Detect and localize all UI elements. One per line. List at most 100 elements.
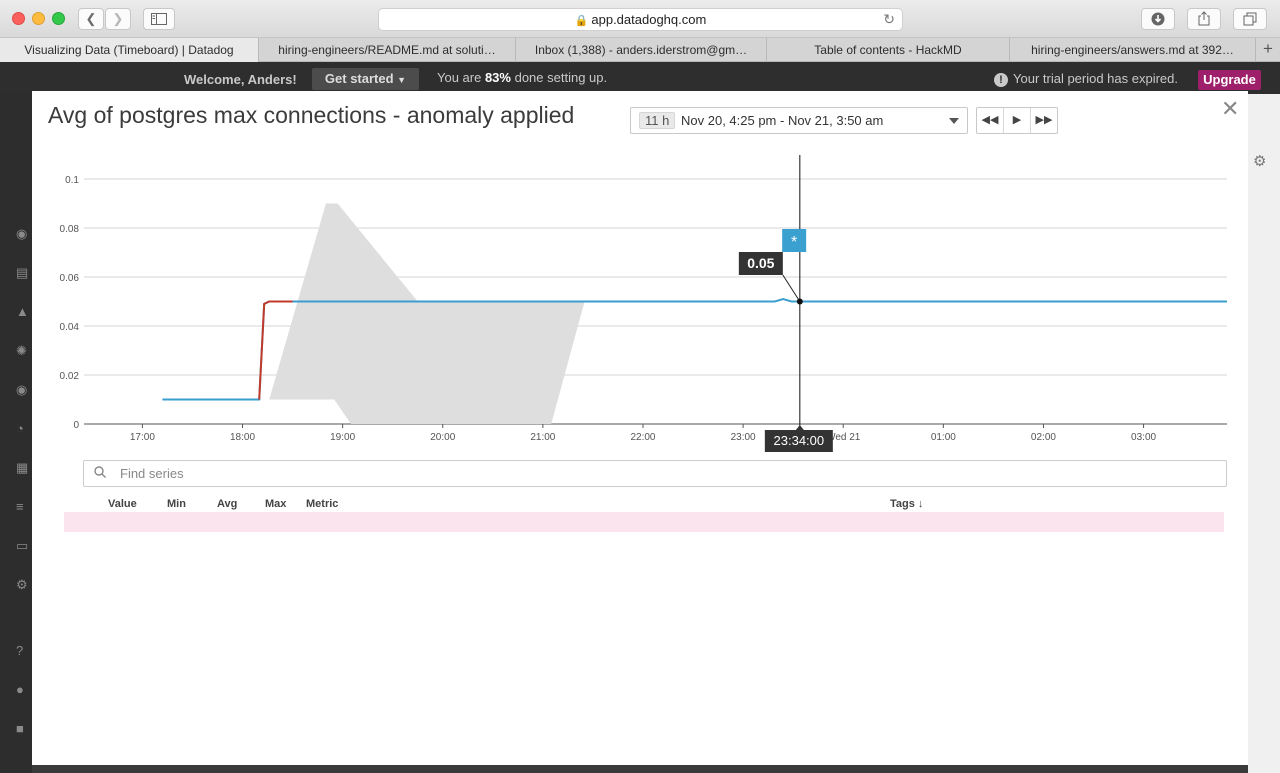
y-tick-label: 0.1	[65, 175, 79, 186]
play-icon: ▶	[1012, 114, 1022, 126]
app-header: Welcome, Anders! Get started ▼ You are 8…	[0, 62, 1280, 94]
time-tooltip-arrow	[795, 425, 804, 430]
settings-icon[interactable]: ⚙	[16, 577, 30, 592]
alert-icon[interactable]: ◉	[16, 382, 30, 397]
setup-progress-text: You are 83% done setting up.	[437, 70, 607, 85]
address-bar[interactable]: 🔒 app.datadoghq.com ↻	[378, 8, 903, 31]
series-search[interactable]	[83, 460, 1227, 487]
user-icon[interactable]: ●	[16, 682, 30, 697]
caret-down-icon	[949, 118, 959, 124]
zoom-window-button[interactable]	[52, 12, 65, 25]
minimize-window-button[interactable]	[32, 12, 45, 25]
downloads-button[interactable]	[1141, 8, 1175, 30]
close-icon: ✕	[1221, 96, 1240, 121]
tab-overview-button[interactable]	[1233, 8, 1267, 30]
graph-modal: Avg of postgres max connections - anomal…	[32, 91, 1248, 765]
close-window-button[interactable]	[12, 12, 25, 25]
tooltip-leader	[782, 274, 801, 302]
play-button[interactable]: ▶	[1004, 108, 1031, 133]
x-tick-label: 02:00	[1031, 432, 1056, 443]
table-row[interactable]	[64, 512, 1224, 532]
get-started-label: Get started	[324, 71, 394, 86]
x-tick-label: 18:00	[230, 432, 255, 443]
warning-icon: !	[994, 73, 1008, 87]
share-button[interactable]	[1187, 8, 1221, 30]
gear-icon[interactable]: ⚙	[1253, 152, 1266, 170]
sidebar-toggle-button[interactable]	[143, 8, 175, 30]
gauge-icon[interactable]: ◔	[16, 421, 30, 436]
column-min[interactable]: Min	[167, 498, 186, 510]
lock-icon: 🔒	[574, 15, 589, 27]
download-icon	[1151, 12, 1165, 26]
search-input[interactable]	[120, 464, 1020, 483]
browser-tab[interactable]: Table of contents - HackMD	[767, 38, 1010, 62]
get-started-button[interactable]: Get started ▼	[312, 68, 419, 90]
time-navigation: ◀◀ ▶ ▶▶	[976, 107, 1058, 134]
time-range-text: Nov 20, 4:25 pm - Nov 21, 3:50 am	[681, 113, 884, 128]
setup-prefix: You are	[437, 70, 485, 85]
chevron-right-icon: ❯	[112, 11, 124, 26]
fast-forward-button[interactable]: ▶▶	[1031, 108, 1057, 133]
forward-button[interactable]: ❯	[105, 8, 131, 30]
timeseries-chart[interactable]: 0 0.02 0.04 0.06 0.08 0.1 17:00 18:00 19:00 20:00…	[32, 151, 1248, 461]
rewind-button[interactable]: ◀◀	[977, 108, 1004, 133]
trial-text: Your trial period has expired.	[1013, 71, 1179, 86]
y-tick-label: 0.02	[60, 371, 80, 382]
x-tick-label: 23:00	[731, 432, 756, 443]
close-button[interactable]: ✕	[1221, 98, 1239, 120]
x-tick-label: 21:00	[530, 432, 555, 443]
browser-tab[interactable]: Inbox (1,388) - anders.iderstrom@gm…	[516, 38, 767, 62]
tabs-icon	[1243, 12, 1257, 26]
x-tick-label: 01:00	[931, 432, 956, 443]
browser-tab[interactable]: hiring-engineers/answers.md at 392…	[1010, 38, 1256, 62]
puzzle-icon[interactable]: ▦	[16, 460, 30, 475]
upgrade-button[interactable]: Upgrade	[1198, 70, 1261, 90]
back-button[interactable]: ❮	[78, 8, 104, 30]
anomaly-band	[269, 203, 585, 424]
value-tooltip-label: 0.05	[747, 255, 774, 271]
logs-icon[interactable]: ≡	[16, 499, 30, 514]
x-tick-label: 17:00	[130, 432, 155, 443]
x-tick-label: 20:00	[430, 432, 455, 443]
chart-icon[interactable]: ▲	[16, 304, 30, 319]
help-icon[interactable]: ?	[16, 643, 30, 658]
x-tick-label: 19:00	[330, 432, 355, 443]
column-tags[interactable]: Tags ↓	[890, 498, 923, 510]
avatar[interactable]: ■	[16, 721, 30, 736]
column-metric[interactable]: Metric	[306, 498, 338, 510]
new-tab-button[interactable]: +	[1256, 38, 1280, 62]
browser-titlebar: ❮ ❯ 🔒 app.datadoghq.com ↻	[0, 0, 1280, 38]
network-icon[interactable]: ✺	[16, 343, 30, 358]
setup-suffix: done setting up.	[510, 70, 608, 85]
browser-tab[interactable]: Visualizing Data (Timeboard) | Datadog	[0, 38, 259, 62]
y-tick-label: 0.08	[60, 224, 80, 235]
url-text: app.datadoghq.com	[591, 12, 707, 27]
app-bottom-edge	[32, 765, 1248, 773]
y-tick-label: 0.06	[60, 273, 80, 284]
binoculars-icon[interactable]: ◉	[16, 226, 30, 241]
event-marker-label: *	[791, 234, 797, 251]
app-right-edge: ⚙	[1248, 94, 1280, 773]
book-icon[interactable]: ▭	[16, 538, 30, 553]
dashboard-icon[interactable]: ▤	[16, 265, 30, 280]
column-avg[interactable]: Avg	[217, 498, 237, 510]
column-max[interactable]: Max	[265, 498, 286, 510]
series-table-header: Value Min Avg Max Metric Tags ↓	[64, 497, 1224, 513]
time-range-picker[interactable]: 11 h Nov 20, 4:25 pm - Nov 21, 3:50 am	[630, 107, 968, 134]
x-tick-label: 03:00	[1131, 432, 1156, 443]
browser-tab[interactable]: hiring-engineers/README.md at soluti…	[259, 38, 516, 62]
fast-forward-icon: ▶▶	[1035, 114, 1053, 126]
y-tick-label: 0.04	[60, 322, 80, 333]
y-tick-label: 0	[73, 420, 79, 431]
plus-icon: +	[1263, 39, 1273, 58]
caret-down-icon: ▼	[397, 75, 407, 85]
share-icon	[1198, 11, 1210, 26]
column-value[interactable]: Value	[108, 498, 137, 510]
page-title: Avg of postgres max connections - anomal…	[48, 102, 575, 128]
trial-notice: ! Your trial period has expired.	[994, 71, 1178, 87]
reload-icon[interactable]: ↻	[883, 9, 895, 30]
time-tooltip-label: 23:34:00	[774, 433, 825, 448]
cursor-point	[796, 298, 803, 305]
welcome-text: Welcome, Anders!	[184, 72, 297, 87]
sidebar-icon	[151, 13, 167, 25]
